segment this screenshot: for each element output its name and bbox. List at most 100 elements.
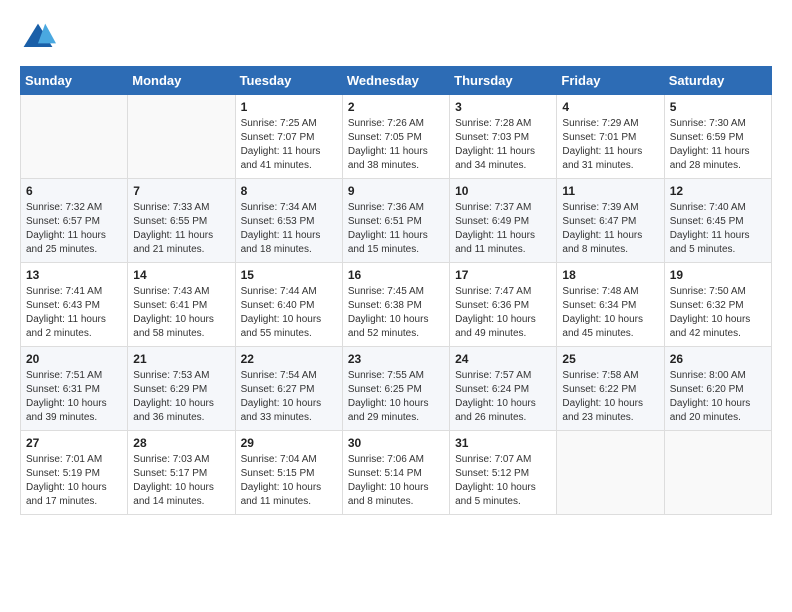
- day-number: 1: [241, 100, 337, 114]
- calendar-cell: 10 Sunrise: 7:37 AMSunset: 6:49 PMDayligh…: [450, 179, 557, 263]
- day-info: Sunrise: 7:06 AMSunset: 5:14 PMDaylight:…: [348, 453, 444, 509]
- calendar-cell: 22 Sunrise: 7:54 AMSunset: 6:27 PMDayligh…: [235, 347, 342, 431]
- day-number: 16: [348, 268, 444, 282]
- day-info: Sunrise: 7:48 AMSunset: 6:34 PMDaylight:…: [562, 285, 658, 341]
- day-info: Sunrise: 7:29 AMSunset: 7:01 PMDaylight:…: [562, 117, 658, 173]
- weekday-header-thursday: Thursday: [450, 67, 557, 95]
- day-info: Sunrise: 7:41 AMSunset: 6:43 PMDaylight:…: [26, 285, 122, 341]
- calendar-cell: 31 Sunrise: 7:07 AMSunset: 5:12 PMDayligh…: [450, 431, 557, 515]
- day-info: Sunrise: 7:47 AMSunset: 6:36 PMDaylight:…: [455, 285, 551, 341]
- day-number: 2: [348, 100, 444, 114]
- day-info: Sunrise: 7:54 AMSunset: 6:27 PMDaylight:…: [241, 369, 337, 425]
- weekday-header-wednesday: Wednesday: [342, 67, 449, 95]
- calendar-week-row: 27 Sunrise: 7:01 AMSunset: 5:19 PMDayligh…: [21, 431, 772, 515]
- calendar-week-row: 13 Sunrise: 7:41 AMSunset: 6:43 PMDayligh…: [21, 263, 772, 347]
- calendar-cell: 12 Sunrise: 7:40 AMSunset: 6:45 PMDayligh…: [664, 179, 771, 263]
- day-number: 27: [26, 436, 122, 450]
- day-info: Sunrise: 7:40 AMSunset: 6:45 PMDaylight:…: [670, 201, 766, 257]
- day-number: 14: [133, 268, 229, 282]
- calendar-cell: 16 Sunrise: 7:45 AMSunset: 6:38 PMDayligh…: [342, 263, 449, 347]
- weekday-header-friday: Friday: [557, 67, 664, 95]
- calendar-cell: 23 Sunrise: 7:55 AMSunset: 6:25 PMDayligh…: [342, 347, 449, 431]
- day-info: Sunrise: 7:58 AMSunset: 6:22 PMDaylight:…: [562, 369, 658, 425]
- day-number: 31: [455, 436, 551, 450]
- day-info: Sunrise: 7:28 AMSunset: 7:03 PMDaylight:…: [455, 117, 551, 173]
- day-info: Sunrise: 7:55 AMSunset: 6:25 PMDaylight:…: [348, 369, 444, 425]
- calendar-cell: 14Sunrise: 7:43 AMSunset: 6:41 PMDayligh…: [128, 263, 235, 347]
- calendar-cell: 9 Sunrise: 7:36 AMSunset: 6:51 PMDaylight…: [342, 179, 449, 263]
- day-number: 6: [26, 184, 122, 198]
- day-number: 30: [348, 436, 444, 450]
- day-number: 25: [562, 352, 658, 366]
- day-number: 9: [348, 184, 444, 198]
- weekday-header-tuesday: Tuesday: [235, 67, 342, 95]
- day-number: 23: [348, 352, 444, 366]
- day-number: 24: [455, 352, 551, 366]
- calendar-week-row: 1 Sunrise: 7:25 AMSunset: 7:07 PMDaylight…: [21, 95, 772, 179]
- day-number: 22: [241, 352, 337, 366]
- day-number: 15: [241, 268, 337, 282]
- day-info: Sunrise: 7:25 AMSunset: 7:07 PMDaylight:…: [241, 117, 337, 173]
- calendar-cell: 20 Sunrise: 7:51 AMSunset: 6:31 PMDayligh…: [21, 347, 128, 431]
- day-number: 20: [26, 352, 122, 366]
- day-info: Sunrise: 7:50 AMSunset: 6:32 PMDaylight:…: [670, 285, 766, 341]
- calendar-week-row: 6 Sunrise: 7:32 AMSunset: 6:57 PMDaylight…: [21, 179, 772, 263]
- day-number: 17: [455, 268, 551, 282]
- calendar-cell: 27 Sunrise: 7:01 AMSunset: 5:19 PMDayligh…: [21, 431, 128, 515]
- calendar-cell: 17 Sunrise: 7:47 AMSunset: 6:36 PMDayligh…: [450, 263, 557, 347]
- day-number: 10: [455, 184, 551, 198]
- day-number: 4: [562, 100, 658, 114]
- calendar-cell: 29Sunrise: 7:04 AMSunset: 5:15 PMDayligh…: [235, 431, 342, 515]
- calendar-cell: 2Sunrise: 7:26 AMSunset: 7:05 PMDaylight…: [342, 95, 449, 179]
- day-info: Sunrise: 7:01 AMSunset: 5:19 PMDaylight:…: [26, 453, 122, 509]
- day-number: 18: [562, 268, 658, 282]
- weekday-header-sunday: Sunday: [21, 67, 128, 95]
- day-number: 12: [670, 184, 766, 198]
- day-number: 5: [670, 100, 766, 114]
- day-info: Sunrise: 7:07 AMSunset: 5:12 PMDaylight:…: [455, 453, 551, 509]
- weekday-header-monday: Monday: [128, 67, 235, 95]
- day-number: 19: [670, 268, 766, 282]
- calendar-cell: 5 Sunrise: 7:30 AMSunset: 6:59 PMDaylight…: [664, 95, 771, 179]
- calendar-cell: 7 Sunrise: 7:33 AMSunset: 6:55 PMDaylight…: [128, 179, 235, 263]
- day-info: Sunrise: 7:53 AMSunset: 6:29 PMDaylight:…: [133, 369, 229, 425]
- calendar-cell: 11Sunrise: 7:39 AMSunset: 6:47 PMDayligh…: [557, 179, 664, 263]
- calendar-cell: 8 Sunrise: 7:34 AMSunset: 6:53 PMDaylight…: [235, 179, 342, 263]
- day-info: Sunrise: 7:51 AMSunset: 6:31 PMDaylight:…: [26, 369, 122, 425]
- day-info: Sunrise: 7:44 AMSunset: 6:40 PMDaylight:…: [241, 285, 337, 341]
- calendar-cell: 6 Sunrise: 7:32 AMSunset: 6:57 PMDaylight…: [21, 179, 128, 263]
- calendar-cell: 30 Sunrise: 7:06 AMSunset: 5:14 PMDayligh…: [342, 431, 449, 515]
- calendar-cell: [21, 95, 128, 179]
- day-info: Sunrise: 7:04 AMSunset: 5:15 PMDaylight:…: [241, 453, 337, 509]
- calendar-cell: 4 Sunrise: 7:29 AMSunset: 7:01 PMDaylight…: [557, 95, 664, 179]
- day-number: 26: [670, 352, 766, 366]
- day-info: Sunrise: 7:36 AMSunset: 6:51 PMDaylight:…: [348, 201, 444, 257]
- calendar-cell: 1 Sunrise: 7:25 AMSunset: 7:07 PMDaylight…: [235, 95, 342, 179]
- day-info: Sunrise: 7:45 AMSunset: 6:38 PMDaylight:…: [348, 285, 444, 341]
- calendar-cell: 25 Sunrise: 7:58 AMSunset: 6:22 PMDayligh…: [557, 347, 664, 431]
- day-info: Sunrise: 7:39 AMSunset: 6:47 PMDaylight:…: [562, 201, 658, 257]
- calendar-cell: [557, 431, 664, 515]
- day-info: Sunrise: 7:34 AMSunset: 6:53 PMDaylight:…: [241, 201, 337, 257]
- day-number: 8: [241, 184, 337, 198]
- calendar-table: SundayMondayTuesdayWednesdayThursdayFrid…: [20, 66, 772, 515]
- day-info: Sunrise: 7:03 AMSunset: 5:17 PMDaylight:…: [133, 453, 229, 509]
- calendar-cell: 28 Sunrise: 7:03 AMSunset: 5:17 PMDayligh…: [128, 431, 235, 515]
- day-info: Sunrise: 7:33 AMSunset: 6:55 PMDaylight:…: [133, 201, 229, 257]
- day-number: 3: [455, 100, 551, 114]
- day-info: Sunrise: 7:32 AMSunset: 6:57 PMDaylight:…: [26, 201, 122, 257]
- calendar-cell: 13 Sunrise: 7:41 AMSunset: 6:43 PMDayligh…: [21, 263, 128, 347]
- day-info: Sunrise: 8:00 AMSunset: 6:20 PMDaylight:…: [670, 369, 766, 425]
- calendar-cell: [664, 431, 771, 515]
- day-info: Sunrise: 7:37 AMSunset: 6:49 PMDaylight:…: [455, 201, 551, 257]
- logo: [20, 20, 60, 56]
- day-number: 28: [133, 436, 229, 450]
- day-info: Sunrise: 7:57 AMSunset: 6:24 PMDaylight:…: [455, 369, 551, 425]
- logo-icon: [20, 20, 56, 56]
- day-info: Sunrise: 7:30 AMSunset: 6:59 PMDaylight:…: [670, 117, 766, 173]
- day-number: 13: [26, 268, 122, 282]
- calendar-week-row: 20 Sunrise: 7:51 AMSunset: 6:31 PMDayligh…: [21, 347, 772, 431]
- calendar-cell: [128, 95, 235, 179]
- calendar-cell: 3 Sunrise: 7:28 AMSunset: 7:03 PMDaylight…: [450, 95, 557, 179]
- day-number: 7: [133, 184, 229, 198]
